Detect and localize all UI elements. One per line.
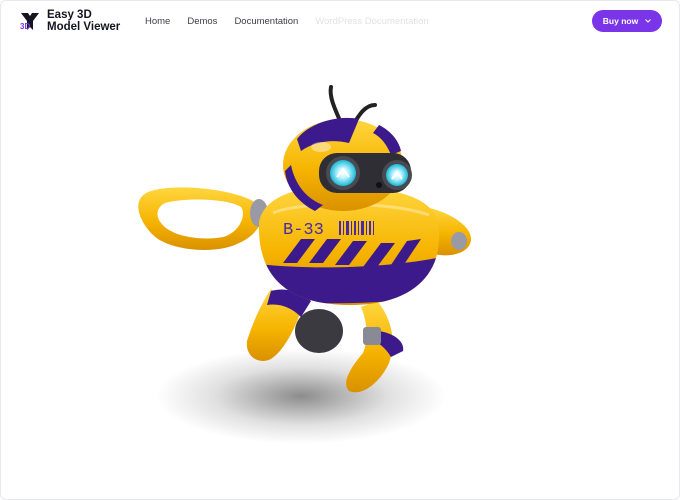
brand-title: Easy 3D Model Viewer <box>47 9 120 33</box>
robot-right-joint <box>451 232 467 250</box>
cube-logo-icon: 3D <box>20 13 39 31</box>
brand-logo[interactable]: 3D Easy 3D Model Viewer <box>19 9 120 33</box>
nav-demos[interactable]: Demos <box>187 16 217 27</box>
robot-decal-text: B-33 <box>283 221 324 240</box>
nav-wordpress-documentation[interactable]: WordPress Documentation <box>315 16 428 27</box>
page-frame: 3D Easy 3D Model Viewer Home Demos Docum… <box>0 0 680 500</box>
chevron-down-icon <box>645 19 652 23</box>
robot-goggles <box>319 153 412 193</box>
nav-documentation[interactable]: Documentation <box>234 16 298 27</box>
robot-left-eye <box>330 160 356 186</box>
site-header: 3D Easy 3D Model Viewer Home Demos Docum… <box>1 1 679 41</box>
robot-hip-joint <box>295 309 343 353</box>
model-viewer-canvas[interactable]: B-33 <box>1 41 679 499</box>
brand-title-line1: Easy 3D <box>47 9 92 21</box>
brand-title-line2: Model Viewer <box>47 21 121 33</box>
main-nav: Home Demos Documentation WordPress Docum… <box>145 16 429 27</box>
buy-now-button[interactable]: Buy now <box>592 10 662 32</box>
logo-text: 3D <box>20 22 30 31</box>
antenna-left <box>328 85 343 125</box>
robot-right-eye <box>386 164 408 186</box>
nav-home[interactable]: Home <box>145 16 170 27</box>
robot-knee-joint <box>363 327 381 345</box>
buy-now-label: Buy now <box>602 16 639 26</box>
ground-shadow <box>156 348 446 444</box>
